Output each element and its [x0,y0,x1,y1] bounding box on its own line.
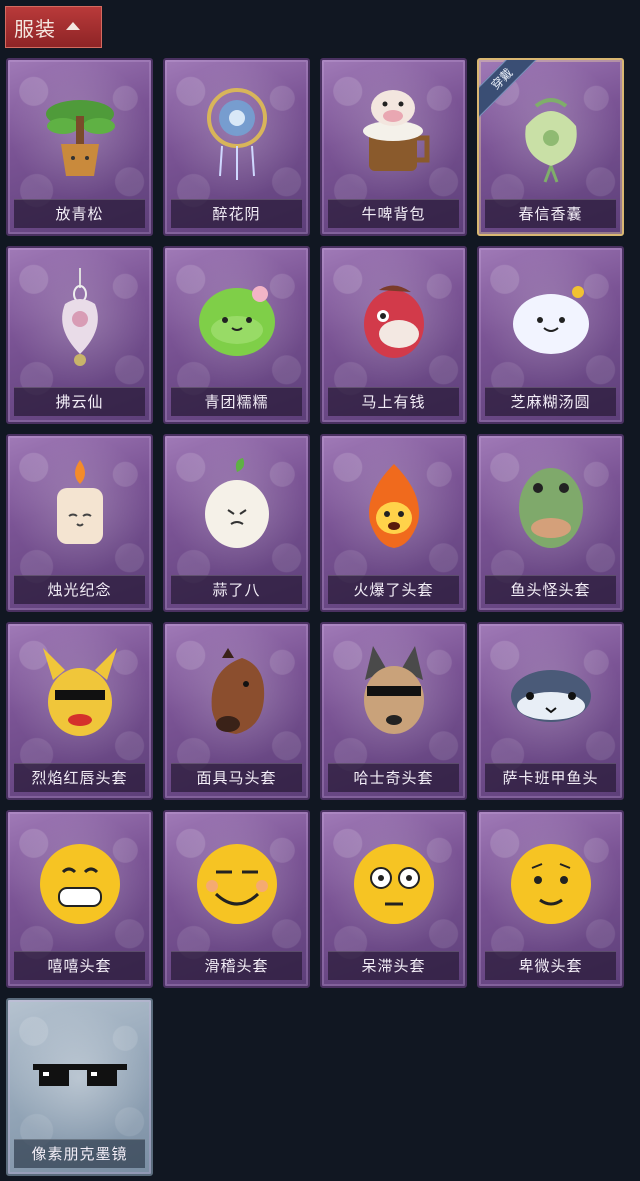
item-card[interactable]: 醉花阴 [163,58,310,236]
silly-smile-emoji-head-icon [182,828,292,938]
candle-icon [25,452,135,562]
yellow-mouse-mask-icon [25,640,135,750]
green-dumpling-icon [182,264,292,374]
item-card[interactable]: 哈士奇头套 [320,622,467,800]
sesame-dumpling-icon [496,264,606,374]
item-name: 烛光纪念 [14,575,145,604]
item-card[interactable]: 蒜了八 [163,434,310,612]
horse-head-mask-icon [182,640,292,750]
item-card[interactable]: 青团糯糯 [163,246,310,424]
item-card[interactable]: 面具马头套 [163,622,310,800]
item-name: 牛啤背包 [328,199,459,228]
item-card[interactable]: 滑稽头套 [163,810,310,988]
item-name: 青团糯糯 [171,387,302,416]
item-name: 马上有钱 [328,387,459,416]
item-name: 滑稽头套 [171,951,302,980]
item-name: 春信香囊 [485,199,616,228]
item-name: 蒜了八 [171,575,302,604]
item-name: 嘻嘻头套 [14,951,145,980]
item-card[interactable]: 萨卡班甲鱼头 [477,622,624,800]
item-card[interactable]: 烛光纪念 [6,434,153,612]
item-card[interactable]: 牛啤背包 [320,58,467,236]
item-card[interactable]: 穿戴 春信香囊 [477,58,624,236]
sacabambaspis-head-icon [496,640,606,750]
item-name: 哈士奇头套 [328,763,459,792]
red-horse-icon [339,264,449,374]
fire-head-icon [339,452,449,562]
item-name: 拂云仙 [14,387,145,416]
item-name: 鱼头怪头套 [485,575,616,604]
husky-head-mask-icon [339,640,449,750]
grin-emoji-head-icon [25,828,135,938]
item-name: 萨卡班甲鱼头 [485,763,616,792]
item-name: 呆滞头套 [328,951,459,980]
item-card[interactable]: 卑微头套 [477,810,624,988]
dazed-emoji-head-icon [339,828,449,938]
cow-beer-mug-icon [339,76,449,186]
chevron-up-icon [66,22,80,30]
item-card[interactable]: 放青松 [6,58,153,236]
item-card[interactable]: 鱼头怪头套 [477,434,624,612]
fish-head-mask-icon [496,452,606,562]
item-name: 烈焰红唇头套 [14,763,145,792]
item-card[interactable]: 呆滞头套 [320,810,467,988]
garlic-icon [182,452,292,562]
item-name: 放青松 [14,199,145,228]
item-name: 面具马头套 [171,763,302,792]
item-name: 醉花阴 [171,199,302,228]
item-card[interactable]: 拂云仙 [6,246,153,424]
item-name: 芝麻糊汤圆 [485,387,616,416]
item-card[interactable]: 烈焰红唇头套 [6,622,153,800]
humble-emoji-head-icon [496,828,606,938]
item-name: 火爆了头套 [328,575,459,604]
dreamcatcher-icon [182,76,292,186]
item-card[interactable]: 火爆了头套 [320,434,467,612]
pine-bonsai-icon [25,76,135,186]
cloud-charm-pendant-icon [25,264,135,374]
pixel-sunglasses-icon [25,1016,135,1126]
costume-tab-label: 服装 [14,16,56,41]
item-card[interactable]: 嘻嘻头套 [6,810,153,988]
item-card[interactable]: 像素朋克墨镜 [6,998,153,1176]
item-name: 像素朋克墨镜 [14,1139,145,1168]
item-card[interactable]: 马上有钱 [320,246,467,424]
sachet-pouch-icon [496,76,606,186]
item-card[interactable]: 芝麻糊汤圆 [477,246,624,424]
item-name: 卑微头套 [485,951,616,980]
costume-tab[interactable]: 服装 [5,6,102,48]
